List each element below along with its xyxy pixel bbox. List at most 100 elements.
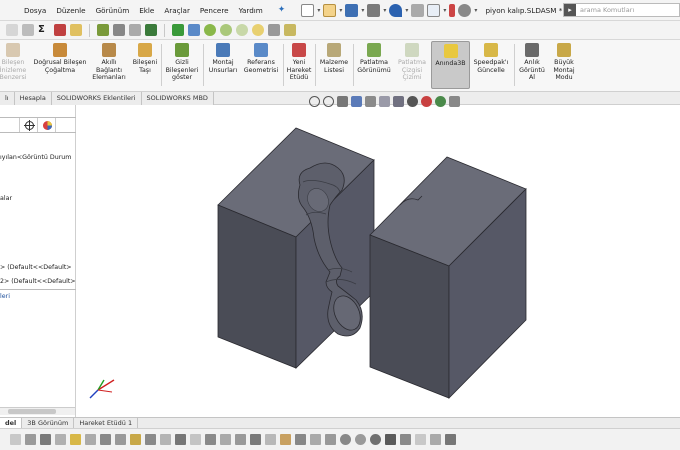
smart-dim-icon[interactable]	[70, 434, 81, 445]
tree-item-component-1[interactable]: > (Default<<Default>	[0, 264, 72, 271]
zoom-to-fit-icon[interactable]	[309, 95, 320, 107]
tangent-icon[interactable]	[160, 434, 171, 445]
tab-solidworks-mbd[interactable]: SOLIDWORKS MBD	[141, 92, 214, 105]
mate-parallel-icon[interactable]	[25, 434, 36, 445]
rotate-view-icon[interactable]	[355, 434, 366, 445]
horizontal-scrollbar[interactable]	[0, 407, 75, 415]
table-icon[interactable]	[430, 434, 441, 445]
mass-props-icon[interactable]	[280, 434, 291, 445]
relation-icon[interactable]	[268, 24, 280, 36]
menu-duzenle[interactable]: Düzenle	[51, 6, 90, 15]
sketch-line-icon[interactable]	[55, 434, 66, 445]
arrow-icon[interactable]	[40, 434, 51, 445]
grid-icon[interactable]	[175, 434, 186, 445]
ruler-icon[interactable]	[145, 434, 156, 445]
chevron-down-icon[interactable]: ▾	[361, 7, 364, 14]
lock-icon[interactable]	[310, 434, 321, 445]
previous-view-icon[interactable]	[337, 95, 348, 107]
cmd-assembly-features[interactable]: Montaj Unsurları	[205, 43, 241, 74]
pan-icon[interactable]	[325, 434, 336, 445]
cmd-show-hidden[interactable]: Gizli Bileşenleri göster	[163, 43, 201, 82]
new-document-icon[interactable]	[301, 3, 315, 17]
search-commands[interactable]: ▸ arama Komutları	[563, 3, 680, 17]
chevron-down-icon[interactable]: ▾	[474, 7, 477, 14]
save-icon[interactable]	[345, 3, 359, 17]
dynamic-annotation-icon[interactable]	[365, 95, 376, 107]
tree-item-mates-group[interactable]: leri	[0, 293, 10, 300]
pattern-icon[interactable]	[113, 24, 125, 36]
cmd-exploded-view[interactable]: Patlatma Görünümü	[354, 43, 394, 74]
smart-dimension-icon[interactable]	[22, 24, 34, 36]
tree-item-display-state[interactable]: ıyılan<Görüntü Durum	[0, 154, 71, 161]
chevron-down-icon[interactable]: ▾	[339, 7, 342, 14]
traffic-light-icon[interactable]	[449, 3, 456, 17]
measure-icon[interactable]	[265, 434, 276, 445]
dimension-icon[interactable]	[100, 434, 111, 445]
close-x-icon[interactable]	[145, 24, 157, 36]
mate-coincident-icon[interactable]	[10, 434, 21, 445]
menu-gorunum[interactable]: Görünüm	[91, 6, 135, 15]
tree-item-mates[interactable]: alar	[0, 195, 12, 202]
rebuild-icon[interactable]	[97, 24, 109, 36]
explode-icon[interactable]	[400, 434, 411, 445]
cmd-move-component[interactable]: Bileşeni Taşı	[130, 43, 160, 74]
graphics-viewport[interactable]	[77, 108, 680, 417]
cmd-take-snapshot[interactable]: Anlık Görüntü Al	[517, 43, 547, 82]
config-target-icon[interactable]	[22, 118, 38, 132]
hide-show-icon[interactable]	[407, 95, 418, 107]
cmd-linear-pattern[interactable]: Doğrusal Bileşen Çoğaltma	[30, 43, 90, 74]
display-manager-tab[interactable]	[40, 118, 56, 132]
cmd-bill-of-materials[interactable]: Malzeme Listesi	[316, 43, 352, 74]
component-icon[interactable]	[70, 24, 82, 36]
print-icon[interactable]	[367, 3, 381, 17]
redo-icon[interactable]	[411, 3, 425, 17]
sketch-icon[interactable]	[6, 24, 18, 36]
view-settings-icon[interactable]	[449, 95, 460, 107]
arrow-icon[interactable]	[129, 24, 141, 36]
sum-icon[interactable]: Σ	[38, 24, 50, 36]
render-icon[interactable]	[385, 434, 396, 445]
layer-icon[interactable]	[54, 24, 66, 36]
cursor-icon[interactable]	[85, 434, 96, 445]
mirror-icon[interactable]	[188, 24, 200, 36]
open-icon[interactable]	[323, 3, 337, 17]
section-view-icon[interactable]	[351, 95, 362, 107]
chevron-down-icon[interactable]: ▾	[405, 7, 408, 14]
flag-icon[interactable]	[415, 434, 426, 445]
rotate-icon[interactable]	[205, 434, 216, 445]
display-style-icon[interactable]	[393, 95, 404, 107]
bolt-icon[interactable]	[284, 24, 296, 36]
cmd-instant3d[interactable]: Anında3B	[431, 41, 470, 89]
chevron-down-icon[interactable]: ▾	[443, 7, 446, 14]
check-icon[interactable]	[204, 24, 216, 36]
menu-ekle[interactable]: Ekle	[134, 6, 159, 15]
select-cursor-icon[interactable]	[427, 3, 441, 17]
check-icon-2[interactable]	[220, 24, 232, 36]
view-orientation-icon[interactable]	[379, 95, 390, 107]
lightbulb-icon[interactable]	[252, 24, 264, 36]
zoom-to-area-icon[interactable]	[323, 95, 334, 107]
scrollbar-thumb[interactable]	[8, 409, 56, 414]
component-icon[interactable]	[250, 434, 261, 445]
appearance-icon[interactable]	[370, 434, 381, 445]
tab-hesapla[interactable]: Hesapla	[14, 92, 52, 105]
menu-dosya[interactable]: Dosya	[19, 6, 51, 15]
move-icon[interactable]	[220, 434, 231, 445]
scene-icon[interactable]	[435, 95, 446, 107]
menu-araclar[interactable]: Araçlar	[159, 6, 195, 15]
relation-icon[interactable]	[130, 434, 141, 445]
zoom-icon[interactable]	[340, 434, 351, 445]
angle-icon[interactable]	[115, 434, 126, 445]
chevron-down-icon[interactable]: ▾	[317, 7, 320, 14]
tab-solidworks-eklentileri[interactable]: SOLIDWORKS Eklentileri	[51, 92, 142, 105]
feature-tree-tab[interactable]	[2, 118, 20, 132]
cmd-reference-geometry[interactable]: Referans Geometrisi	[241, 43, 281, 74]
menu-yardim[interactable]: Yardım	[234, 6, 268, 15]
mate-icon[interactable]	[172, 24, 184, 36]
check-icon-3[interactable]	[236, 24, 248, 36]
cmd-update-speedpak[interactable]: Speedpak'ı Güncelle	[470, 43, 512, 74]
options-gear-icon[interactable]	[458, 3, 472, 17]
cmd-insert-component[interactable]: Bileşen İnizleme Benzersi	[0, 43, 27, 82]
point-icon[interactable]	[190, 434, 201, 445]
menu-pencere[interactable]: Pencere	[195, 6, 234, 15]
